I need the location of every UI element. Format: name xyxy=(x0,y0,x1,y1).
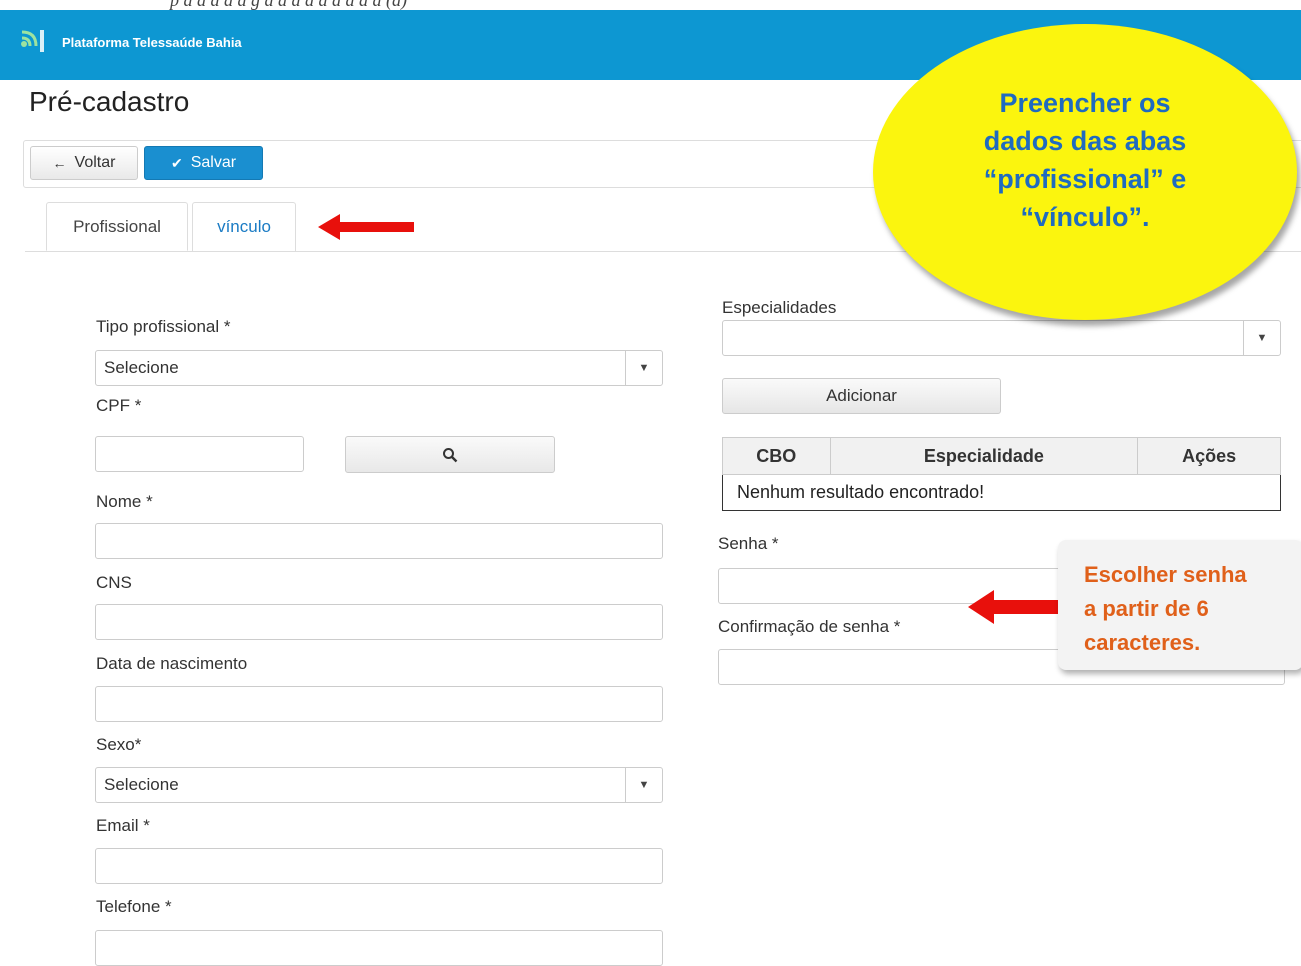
red-arrow-left-icon xyxy=(968,590,1064,624)
tab-vinculo[interactable]: vínculo xyxy=(192,202,296,251)
note-line: a partir de 6 xyxy=(1084,596,1209,621)
adicionar-button[interactable]: Adicionar xyxy=(722,378,1001,414)
email-input[interactable] xyxy=(95,848,663,884)
note-line: caracteres. xyxy=(1084,630,1201,655)
telefone-label: Telefone * xyxy=(96,897,172,916)
confirmacao-senha-label: Confirmação de senha * xyxy=(718,617,901,636)
balloon-line: Preencher os xyxy=(999,88,1171,118)
email-label: Email * xyxy=(96,816,150,835)
cpf-label: CPF * xyxy=(96,396,142,415)
data-nascimento-input[interactable] xyxy=(95,686,663,722)
nome-label: Nome * xyxy=(96,492,153,511)
telefone-input[interactable] xyxy=(95,930,663,966)
save-button-label: Salvar xyxy=(190,154,237,171)
column-header-acoes: Ações xyxy=(1137,437,1281,475)
page-title: Pré-cadastro xyxy=(29,86,190,117)
save-button[interactable]: ✔ Salvar xyxy=(144,146,263,180)
balloon-line: “vínculo”. xyxy=(1020,202,1150,232)
empty-message: Nenhum resultado encontrado! xyxy=(722,474,1281,511)
arrow-left-icon: ← xyxy=(52,155,67,171)
tipo-profissional-select[interactable]: Selecione ▼ xyxy=(95,350,663,386)
tipo-profissional-label: Tipo profissional * xyxy=(96,317,231,336)
caret-down-icon: ▼ xyxy=(625,768,662,802)
top-cut-caption: p d d d d d g d d d d d d d d d (d) xyxy=(0,0,1301,10)
back-button[interactable]: ← Voltar xyxy=(30,146,138,180)
cpf-search-button[interactable] xyxy=(345,436,555,473)
especialidades-select[interactable]: ▼ xyxy=(722,320,1281,356)
check-icon: ✔ xyxy=(170,154,183,171)
sexo-label: Sexo* xyxy=(96,735,142,754)
annotation-balloon-text: Preencher os dados das abas “profissiona… xyxy=(873,84,1297,236)
brand-title: Plataforma Telessaúde Bahia xyxy=(62,35,242,50)
tab-profissional[interactable]: Profissional xyxy=(46,202,188,251)
caret-down-icon: ▼ xyxy=(625,351,662,385)
cns-input[interactable] xyxy=(95,604,663,640)
signal-wave-icon xyxy=(21,30,44,52)
tipo-profissional-value: Selecione xyxy=(104,358,179,377)
cns-label: CNS xyxy=(96,573,132,592)
column-header-cbo: CBO xyxy=(722,437,831,475)
balloon-line: dados das abas xyxy=(983,126,1187,156)
column-header-especialidade: Especialidade xyxy=(829,437,1139,475)
nome-input[interactable] xyxy=(95,523,663,559)
cpf-input[interactable] xyxy=(95,436,304,472)
sexo-select[interactable]: Selecione ▼ xyxy=(95,767,663,803)
annotation-note: Escolher senha a partir de 6 caracteres. xyxy=(1058,540,1301,670)
cut-caption-text: p d d d d d g d d d d d d d d d (d) xyxy=(170,0,407,10)
table-header-row: CBO Especialidade Ações xyxy=(722,437,1281,475)
note-line: Escolher senha xyxy=(1084,562,1247,587)
data-nascimento-label: Data de nascimento xyxy=(96,654,248,673)
senha-label: Senha * xyxy=(718,534,779,553)
balloon-line: “profissional” e xyxy=(983,164,1187,194)
red-arrow-left-icon xyxy=(318,214,414,240)
sexo-value: Selecione xyxy=(104,775,179,794)
back-button-label: Voltar xyxy=(74,154,116,171)
especialidades-table: CBO Especialidade Ações Nenhum resultado… xyxy=(722,437,1281,511)
especialidades-label: Especialidades xyxy=(722,298,837,317)
table-row: Nenhum resultado encontrado! xyxy=(722,474,1281,511)
search-icon xyxy=(443,447,458,462)
caret-down-icon: ▼ xyxy=(1243,321,1280,355)
